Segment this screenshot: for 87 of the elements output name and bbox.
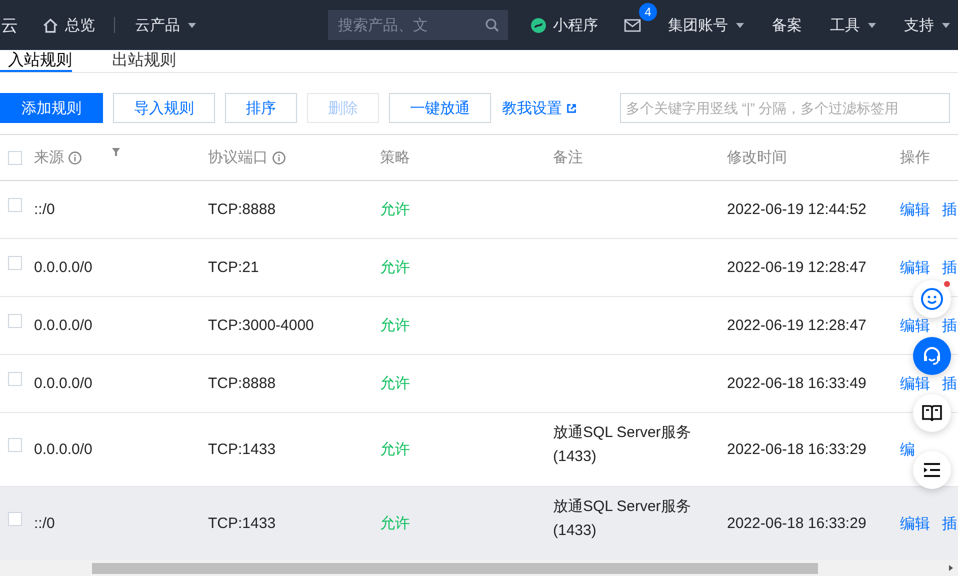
action-link[interactable]: 编辑 — [900, 258, 930, 277]
policy-text: 允许 — [380, 316, 410, 335]
nav-menu[interactable]: 集团账号 — [668, 16, 744, 34]
policy-text: 允许 — [380, 200, 410, 219]
select-all-checkbox[interactable] — [8, 150, 22, 164]
tab[interactable]: 出站规则 — [112, 50, 176, 72]
external-link-icon — [566, 102, 577, 114]
filter-field[interactable]: 多个关键字用竖线 “|” 分隔，多个过滤标签用 — [620, 93, 950, 123]
column-header: 备注 — [553, 148, 583, 167]
mail-icon[interactable] — [624, 18, 641, 32]
row-checkbox[interactable] — [8, 512, 22, 526]
column-header: 协议端口 — [208, 148, 268, 167]
table-cell: 2022-06-18 16:33:29 — [727, 441, 866, 458]
logo-text[interactable]: 云 — [1, 14, 18, 36]
table-cell: TCP:1433 — [208, 515, 276, 532]
table-row[interactable]: ::/0 TCP:8888 允许 2022-06-19 12:44:52 编辑 插 — [0, 181, 958, 239]
row-checkbox[interactable] — [8, 372, 22, 386]
nav-menu[interactable]: 工具 — [830, 16, 876, 34]
row-checkbox[interactable] — [8, 256, 22, 270]
table-cell: 0.0.0.0/0 — [34, 375, 92, 392]
notification-dot — [944, 281, 950, 287]
nav-menu[interactable]: 支持 — [904, 16, 950, 34]
toolbar-button[interactable]: 一键放通 — [389, 93, 491, 123]
products-menu[interactable]: 云产品 — [135, 16, 196, 34]
policy-text: 允许 — [380, 258, 410, 277]
row-checkbox[interactable] — [8, 198, 22, 212]
nav-link[interactable]: 备案 — [772, 16, 802, 34]
action-link[interactable]: 插 — [942, 374, 957, 393]
search-field[interactable]: 搜索产品、文 — [328, 10, 508, 40]
table-cell-text: 放通SQL Server服务(1433) — [553, 496, 692, 540]
table-cell: TCP:8888 — [208, 201, 276, 218]
home-icon — [42, 16, 59, 34]
table-cell: 2022-06-19 12:44:52 — [727, 201, 866, 218]
smile-button[interactable] — [913, 280, 951, 318]
toolbar-button[interactable]: 导入规则 — [113, 93, 215, 123]
menu-button[interactable] — [913, 451, 951, 489]
docs-button[interactable] — [913, 394, 951, 432]
action-link[interactable]: 编辑 — [900, 374, 930, 393]
table-cell: 2022-06-18 16:33:49 — [727, 375, 866, 392]
toolbar-button[interactable]: 排序 — [225, 93, 297, 123]
table-cell: ::/0 — [34, 515, 55, 532]
table-cell: TCP:8888 — [208, 375, 276, 392]
overview-link[interactable]: 总览 — [42, 16, 95, 34]
action-link[interactable]: 编辑 — [900, 200, 930, 219]
action-link[interactable]: 编 — [900, 440, 915, 459]
table-cell: 2022-06-19 12:28:47 — [727, 259, 866, 276]
column-header: 操作 — [900, 148, 930, 167]
action-link[interactable]: 编辑 — [900, 316, 930, 335]
mini-program-link[interactable]: 小程序 — [530, 16, 598, 34]
mini-program-icon — [530, 16, 547, 34]
column-header: 来源 — [34, 148, 64, 167]
table-cell: TCP:21 — [208, 259, 259, 276]
smile-icon — [920, 287, 944, 311]
help-link[interactable]: 教我设置 — [502, 98, 577, 118]
row-checkbox[interactable] — [8, 314, 22, 328]
table-cell: TCP:3000-4000 — [208, 317, 314, 334]
table-cell: 2022-06-18 16:33:29 — [727, 515, 866, 532]
scrollbar-thumb[interactable] — [92, 563, 818, 574]
action-link[interactable]: 插 — [942, 514, 957, 533]
action-link[interactable]: 编辑 — [900, 514, 930, 533]
tab[interactable]: 入站规则 — [0, 50, 72, 72]
policy-text: 允许 — [380, 514, 410, 533]
table-cell: 0.0.0.0/0 — [34, 259, 92, 276]
support-button[interactable] — [913, 337, 951, 375]
table-cell: 0.0.0.0/0 — [34, 441, 92, 458]
action-link[interactable]: 插 — [942, 258, 957, 277]
table-cell: 0.0.0.0/0 — [34, 317, 92, 334]
info-icon[interactable] — [272, 150, 286, 164]
policy-text: 允许 — [380, 440, 410, 459]
column-header: 修改时间 — [727, 148, 787, 167]
horizontal-scrollbar[interactable] — [0, 560, 958, 576]
policy-text: 允许 — [380, 374, 410, 393]
table-cell-text: 放通SQL Server服务(1433) — [553, 422, 692, 466]
table-cell: ::/0 — [34, 201, 55, 218]
action-link[interactable]: 插 — [942, 200, 957, 219]
filter-icon[interactable] — [111, 147, 121, 157]
toolbar-button[interactable]: 添加规则 — [0, 93, 103, 123]
table-cell: TCP:1433 — [208, 441, 276, 458]
column-header: 策略 — [380, 148, 410, 167]
table-cell: 2022-06-19 12:28:47 — [727, 317, 866, 334]
action-link[interactable]: 插 — [942, 316, 957, 335]
row-checkbox[interactable] — [8, 438, 22, 452]
scroll-right-icon[interactable] — [947, 564, 955, 572]
table-row[interactable]: ::/0 TCP:1433 允许 放通SQL Server服务(1433) 2022-06-18 16:33:29 编辑 插 — [0, 487, 958, 561]
search-icon[interactable] — [484, 17, 500, 33]
unread-badge: 4 — [639, 2, 657, 20]
info-icon[interactable] — [68, 150, 82, 164]
